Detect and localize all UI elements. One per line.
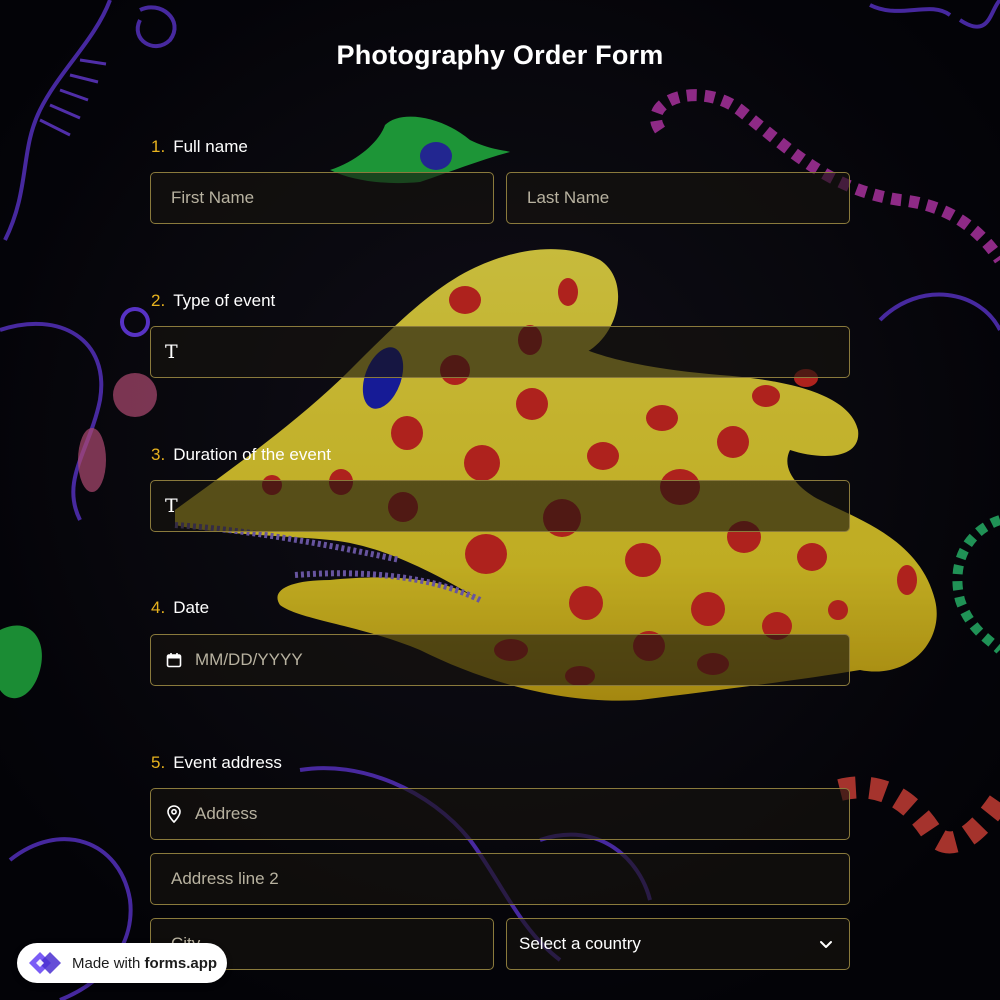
address-line-2-placeholder: Address line 2 xyxy=(171,869,279,888)
forms-app-logo-icon xyxy=(26,949,64,977)
calendar-icon xyxy=(165,650,183,670)
first-name-input[interactable]: First Name xyxy=(150,172,494,224)
first-name-placeholder: First Name xyxy=(171,188,255,207)
last-name-placeholder: Last Name xyxy=(527,188,610,207)
question-number: 3. xyxy=(151,445,166,464)
question-number: 2. xyxy=(151,291,166,310)
question-text: Type of event xyxy=(173,291,276,310)
question-text: Date xyxy=(173,598,210,617)
country-select[interactable]: Select a country xyxy=(506,918,850,970)
question-text: Full name xyxy=(173,137,248,156)
form-page: Photography Order Form 1. Full name First… xyxy=(0,0,1000,1000)
question-label-event-address: 5. Event address xyxy=(151,753,282,773)
question-label-duration: 3. Duration of the event xyxy=(151,445,331,465)
date-input[interactable]: MM/DD/YYYY xyxy=(150,634,850,686)
question-text: Event address xyxy=(173,753,282,772)
question-label-full-name: 1. Full name xyxy=(151,137,248,157)
duration-input[interactable]: T xyxy=(150,480,850,532)
question-label-type-of-event: 2. Type of event xyxy=(151,291,275,311)
text-type-icon: T xyxy=(165,341,178,363)
type-of-event-input[interactable]: T xyxy=(150,326,850,378)
badge-text: Made with forms.app xyxy=(72,955,217,972)
question-label-date: 4. Date xyxy=(151,598,209,618)
text-type-icon: T xyxy=(165,495,178,517)
question-number: 4. xyxy=(151,598,166,617)
location-pin-icon xyxy=(165,804,183,824)
address-line-2-input[interactable]: Address line 2 xyxy=(150,853,850,905)
made-with-forms-app-badge[interactable]: Made with forms.app xyxy=(17,943,227,983)
badge-made-with: Made with xyxy=(72,954,141,972)
question-text: Duration of the event xyxy=(173,445,332,464)
question-number: 5. xyxy=(151,753,166,772)
form-title: Photography Order Form xyxy=(336,40,664,70)
date-placeholder: MM/DD/YYYY xyxy=(195,650,303,669)
chevron-down-icon xyxy=(819,940,833,949)
badge-brand: forms.app xyxy=(144,954,218,972)
last-name-input[interactable]: Last Name xyxy=(506,172,850,224)
address-input[interactable]: Address xyxy=(150,788,850,840)
country-select-value: Select a country xyxy=(519,934,641,953)
address-placeholder: Address xyxy=(195,804,258,823)
question-number: 1. xyxy=(151,137,166,156)
